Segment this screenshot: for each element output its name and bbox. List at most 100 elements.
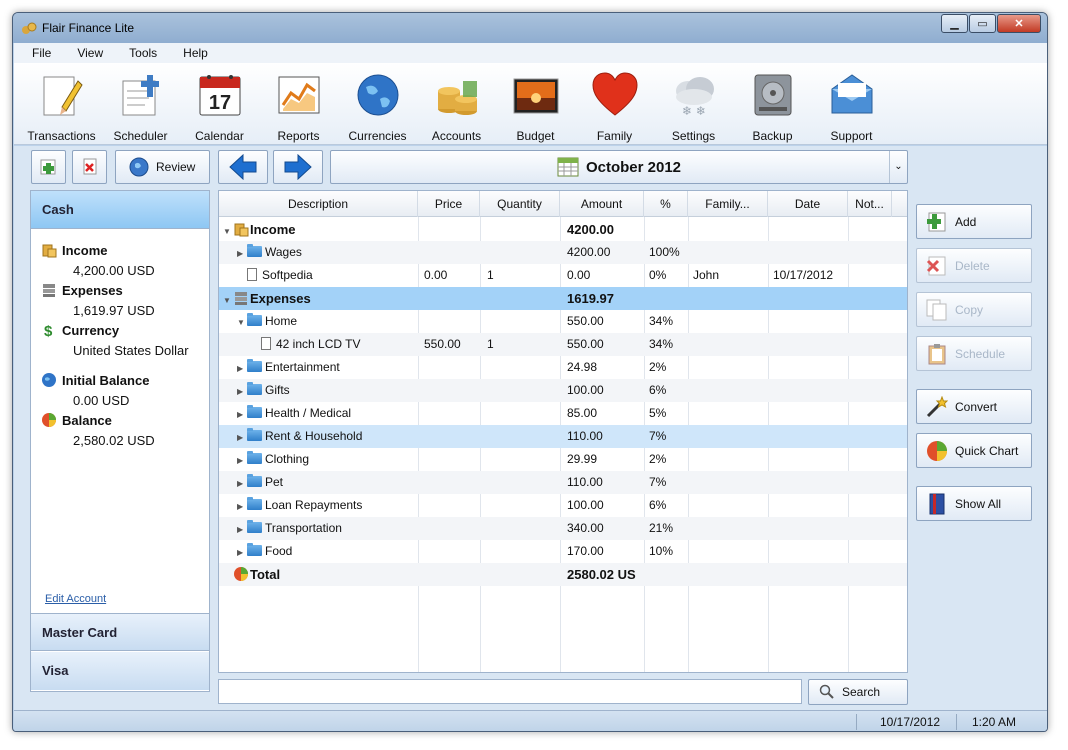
column-price[interactable]: Price [418, 191, 480, 217]
search-input[interactable] [218, 679, 802, 704]
toolbar-budget[interactable]: Budget [496, 63, 575, 145]
row-amount: 2580.02 US [567, 567, 636, 582]
collapse-arrow-icon[interactable]: ▼ [237, 311, 247, 333]
quick-chart-button[interactable]: Quick Chart [916, 433, 1032, 468]
search-button[interactable]: Search [808, 679, 908, 705]
folder-icon [247, 359, 262, 372]
schedule-transaction-button[interactable]: Schedule [916, 336, 1032, 371]
menu-tools[interactable]: Tools [129, 43, 157, 63]
add-transaction-button[interactable]: Add [916, 204, 1032, 239]
row-date [773, 540, 847, 563]
toolbar-calendar[interactable]: 17 Calendar [180, 63, 259, 145]
row-description: Total [223, 563, 418, 586]
toolbar-family[interactable]: Family [575, 63, 654, 145]
delete-account-button[interactable] [72, 150, 107, 184]
budget-icon [513, 78, 558, 114]
table-row[interactable]: ▼ Home 550.00 34% [219, 310, 907, 333]
previous-period-button[interactable] [218, 150, 268, 184]
chevron-down-icon[interactable]: ⌄ [889, 151, 907, 183]
toolbar-backup[interactable]: Backup [733, 63, 812, 145]
row-description-text: Income [250, 222, 296, 237]
coins-icon [234, 223, 249, 237]
column-notes[interactable]: Not... [848, 191, 892, 217]
column-quantity[interactable]: Quantity [480, 191, 560, 217]
minimize-button[interactable]: ▁ [941, 14, 968, 33]
close-button[interactable]: ✕ [997, 14, 1041, 33]
column-percent[interactable]: % [644, 191, 688, 217]
expand-arrow-icon[interactable]: ▶ [237, 403, 247, 425]
table-row[interactable]: ▶ Wages 4200.00 100% [219, 241, 907, 264]
table-row[interactable]: ▶ Pet 110.00 7% [219, 471, 907, 494]
table-row[interactable]: ▶ Health / Medical 85.00 5% [219, 402, 907, 425]
table-row[interactable]: Total 2580.02 US [219, 563, 907, 586]
table-row[interactable]: 42 inch LCD TV 550.00 1 550.00 34% [219, 333, 907, 356]
review-button[interactable]: Review [115, 150, 210, 184]
account-tab-cash[interactable]: Cash [31, 191, 209, 229]
toolbar-reports[interactable]: Reports [259, 63, 338, 145]
pie-chart-icon [42, 413, 56, 427]
table-row[interactable]: ▼ Expenses 1619.97 [219, 287, 907, 310]
toolbar-support[interactable]: Support [812, 63, 891, 145]
expand-arrow-icon[interactable]: ▶ [237, 357, 247, 379]
next-period-button[interactable] [273, 150, 323, 184]
convert-button[interactable]: Convert [916, 389, 1032, 424]
delete-transaction-button[interactable]: Delete [916, 248, 1032, 283]
toolbar-transactions[interactable]: Transactions [22, 63, 101, 145]
row-quantity [487, 425, 561, 448]
table-row[interactable]: ▶ Gifts 100.00 6% [219, 379, 907, 402]
expand-arrow-icon[interactable]: ▶ [237, 518, 247, 540]
table-row[interactable]: ▶ Loan Repayments 100.00 6% [219, 494, 907, 517]
expand-arrow-icon[interactable]: ▶ [237, 380, 247, 402]
table-row[interactable]: ▼ Income 4200.00 [219, 218, 907, 241]
table-row[interactable]: ▶ Entertainment 24.98 2% [219, 356, 907, 379]
toolbar-accounts[interactable]: Accounts [417, 63, 496, 145]
copy-transaction-button[interactable]: Copy [916, 292, 1032, 327]
table-row[interactable]: Softpedia 0.00 1 0.00 0% John 10/17/2012 [219, 264, 907, 287]
table-row[interactable]: ▶ Transportation 340.00 21% [219, 517, 907, 540]
maximize-button[interactable]: ▭ [969, 14, 996, 33]
account-tab-master-card[interactable]: Master Card [31, 613, 209, 651]
column-description[interactable]: Description [219, 191, 418, 217]
table-row[interactable]: ▶ Clothing 29.99 2% [219, 448, 907, 471]
expenses-summary: Expenses 1,619.97 USD [41, 283, 155, 318]
column-date[interactable]: Date [768, 191, 848, 217]
row-date [773, 241, 847, 264]
menu-help[interactable]: Help [183, 43, 208, 63]
period-selector[interactable]: October 2012 ⌄ [330, 150, 908, 184]
account-tab-visa[interactable]: Visa [31, 652, 209, 690]
table-row[interactable]: ▶ Food 170.00 10% [219, 540, 907, 563]
row-quantity [487, 310, 561, 333]
row-description: ▶ Rent & Household [237, 425, 418, 448]
toolbar-settings[interactable]: ❄ ❄ Settings [654, 63, 733, 145]
title-bar[interactable]: Flair Finance Lite ▁ ▭ ✕ [13, 13, 1047, 43]
edit-account-link[interactable]: Edit Account [45, 593, 106, 605]
menu-view[interactable]: View [77, 43, 103, 63]
arrow-left-icon [229, 154, 257, 180]
expand-arrow-icon[interactable]: ▶ [237, 472, 247, 494]
status-date: 10/17/2012 [880, 715, 941, 729]
collapse-arrow-icon[interactable]: ▼ [223, 220, 233, 241]
expand-arrow-icon[interactable]: ▶ [237, 449, 247, 471]
row-description-text: Total [250, 567, 281, 582]
collapse-arrow-icon[interactable]: ▼ [223, 289, 233, 310]
row-family [693, 471, 767, 494]
add-account-button[interactable] [31, 150, 66, 184]
menu-file[interactable]: File [32, 43, 51, 63]
column-family[interactable]: Family... [688, 191, 768, 217]
globe-icon [357, 74, 398, 116]
row-description-text: Clothing [265, 452, 310, 466]
expand-arrow-icon[interactable]: ▶ [237, 541, 247, 563]
app-icon [22, 22, 37, 34]
expand-arrow-icon[interactable]: ▶ [237, 426, 247, 448]
expand-arrow-icon[interactable]: ▶ [237, 495, 247, 517]
toolbar-scheduler[interactable]: Scheduler [101, 63, 180, 145]
toolbar-currencies[interactable]: Currencies [338, 63, 417, 145]
show-all-button[interactable]: Show All [916, 486, 1032, 521]
balance-summary: Balance 2,580.02 USD [41, 413, 155, 448]
row-date [773, 517, 847, 540]
expand-arrow-icon[interactable]: ▶ [237, 242, 247, 264]
table-row[interactable]: ▶ Rent & Household 110.00 7% [219, 425, 907, 448]
column-amount[interactable]: Amount [560, 191, 644, 217]
row-family [693, 563, 767, 586]
dollar-icon: $ [44, 323, 53, 338]
